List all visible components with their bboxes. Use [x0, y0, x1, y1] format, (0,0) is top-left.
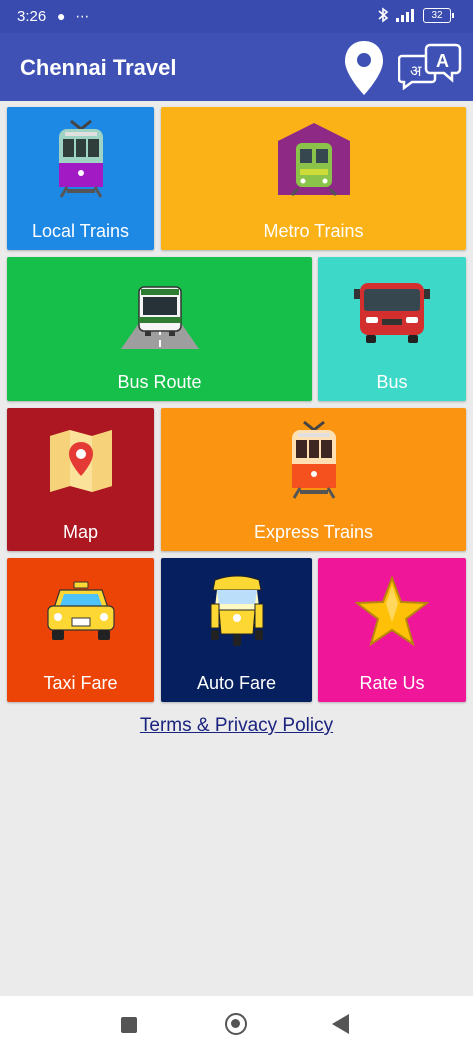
tile-rate-us[interactable]: Rate Us — [318, 558, 466, 702]
tile-metro-trains[interactable]: Metro Trains — [161, 107, 466, 250]
tile-label: Metro Trains — [263, 221, 364, 241]
bluetooth-icon — [378, 7, 389, 23]
tile-label: Taxi Fare — [43, 673, 118, 693]
notification-icons: ● ⋯ — [57, 8, 93, 24]
tile-label: Bus Route — [117, 372, 202, 392]
tile-label: Local Trains — [31, 221, 130, 241]
home-button[interactable] — [225, 1013, 247, 1035]
app-title: Chennai Travel — [20, 55, 177, 80]
map-icon — [49, 430, 112, 492]
status-time: 3:26 — [17, 8, 47, 25]
system-nav-bar — [0, 996, 473, 1054]
battery-icon: 32 — [423, 7, 454, 23]
recents-button[interactable] — [121, 1017, 137, 1033]
tile-express-trains[interactable]: Express Trains — [161, 408, 466, 551]
terms-privacy-link[interactable]: Terms & Privacy Policy — [0, 715, 473, 737]
star-icon — [355, 576, 429, 646]
app-bar: Chennai Travel अ A — [0, 33, 473, 101]
tile-label: Bus — [376, 372, 408, 392]
status-right-icons: 32 — [377, 7, 454, 23]
tile-label: Auto Fare — [196, 673, 277, 693]
bus-icon — [354, 283, 430, 343]
svg-text:अ: अ — [410, 62, 422, 80]
location-pin-icon[interactable] — [343, 39, 385, 97]
taxi-icon — [46, 581, 115, 640]
express-train-icon — [291, 420, 336, 499]
tile-bus[interactable]: Bus — [318, 257, 466, 401]
tile-label: Map — [62, 522, 98, 542]
svg-text:A: A — [436, 51, 449, 71]
translate-icon[interactable]: अ A — [398, 42, 464, 90]
tile-taxi-fare[interactable]: Taxi Fare — [7, 558, 154, 702]
signal-icon — [396, 9, 414, 22]
tile-label: Rate Us — [359, 673, 425, 693]
back-button[interactable] — [332, 1014, 349, 1034]
tile-auto-fare[interactable]: Auto Fare — [161, 558, 312, 702]
tile-bus-route[interactable]: Bus Route — [7, 257, 312, 401]
metro-train-icon — [277, 123, 350, 197]
tile-label: Express Trains — [253, 522, 374, 542]
local-train-icon — [58, 119, 103, 198]
tile-local-trains[interactable]: Local Trains — [7, 107, 154, 250]
bus-route-icon — [120, 286, 199, 349]
tile-map[interactable]: Map — [7, 408, 154, 551]
status-bar: 3:26 ● ⋯ 32 — [0, 0, 473, 33]
auto-rickshaw-icon — [210, 575, 263, 646]
